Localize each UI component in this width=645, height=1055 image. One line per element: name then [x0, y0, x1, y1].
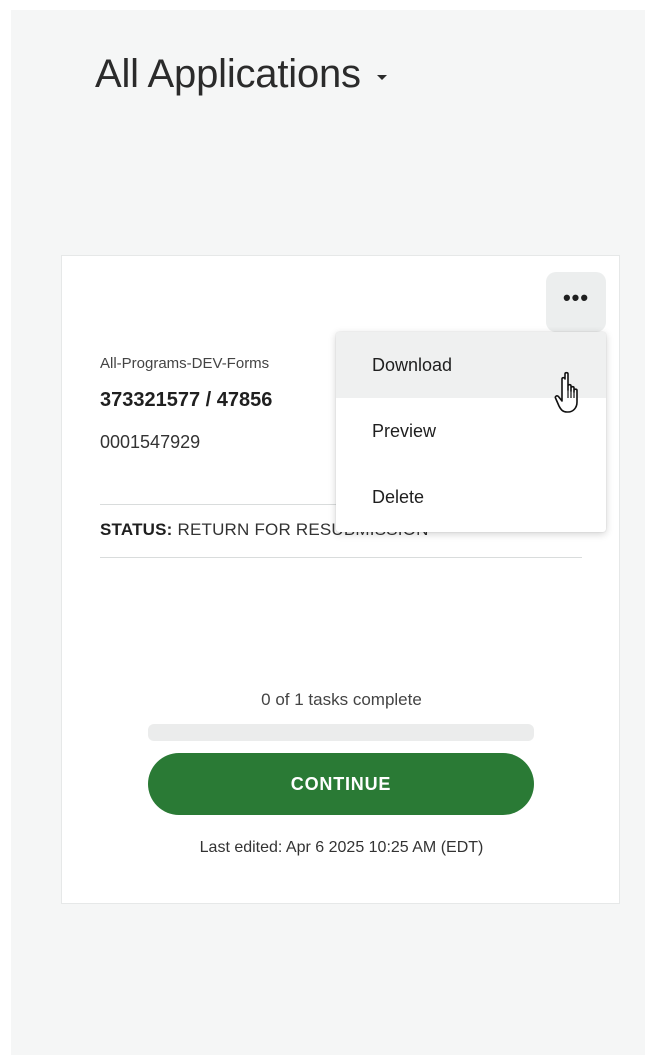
divider — [100, 557, 582, 558]
status-label: STATUS: — [100, 520, 173, 539]
menu-item-label: Download — [372, 354, 453, 375]
caret-down-icon — [376, 75, 387, 80]
application-ids: 373321577 / 47856 — [100, 389, 273, 411]
more-options-menu: Download Preview Delete — [336, 332, 606, 532]
last-edited-timestamp: Last edited: Apr 6 2025 10:25 AM (EDT) — [199, 839, 484, 856]
tasks-progress-text: 0 of 1 tasks complete — [261, 690, 422, 709]
menu-item-label: Preview — [372, 420, 437, 441]
more-options-button[interactable]: ••• — [546, 272, 606, 332]
page-title: All Applications — [95, 52, 361, 96]
menu-item-label: Delete — [372, 486, 425, 507]
more-horizontal-icon: ••• — [562, 285, 590, 310]
hand-pointer-icon — [554, 371, 578, 413]
continue-button[interactable]: CONTINUE — [148, 753, 534, 815]
tasks-progress-bar — [148, 724, 534, 741]
application-number: 0001547929 — [100, 432, 201, 452]
menu-item-delete[interactable]: Delete — [336, 464, 606, 530]
program-name: All-Programs-DEV-Forms — [100, 355, 270, 372]
applications-filter-dropdown[interactable]: All Applications — [95, 52, 387, 97]
